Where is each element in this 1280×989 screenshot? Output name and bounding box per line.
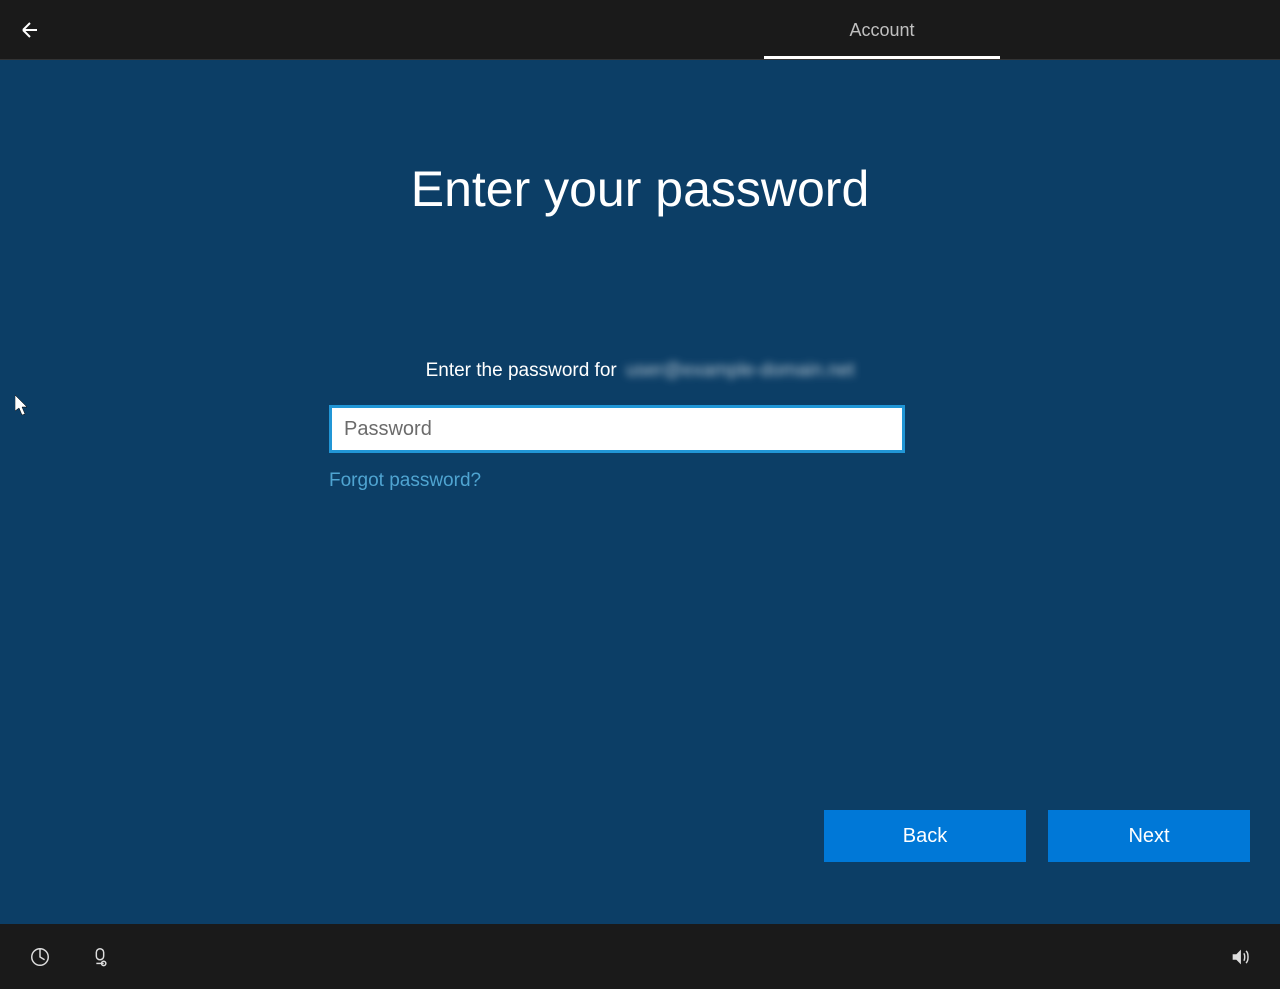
- header-bar: Account: [0, 0, 1280, 60]
- next-action-button[interactable]: Next: [1048, 810, 1250, 862]
- tab-account[interactable]: Account: [764, 0, 1000, 60]
- taskbar: [0, 924, 1280, 989]
- tab-label: Account: [849, 20, 914, 41]
- password-input-wrap: [329, 405, 905, 453]
- tab-underline: [764, 56, 1000, 59]
- button-row: Back Next: [824, 810, 1250, 862]
- back-button[interactable]: [0, 0, 60, 60]
- prompt-text: Enter the password for user@example-doma…: [0, 360, 1280, 382]
- page-title: Enter your password: [0, 160, 1280, 218]
- back-arrow-icon: [18, 18, 42, 42]
- forgot-password-link[interactable]: Forgot password?: [329, 470, 481, 492]
- accessibility-icon[interactable]: [80, 937, 120, 977]
- ease-of-access-icon[interactable]: [20, 937, 60, 977]
- account-email-blurred: user@example-domain.net: [622, 360, 854, 382]
- volume-icon[interactable]: [1220, 937, 1260, 977]
- password-input[interactable]: [329, 405, 905, 453]
- back-action-button[interactable]: Back: [824, 810, 1026, 862]
- content-pane: Enter your password Enter the password f…: [0, 60, 1280, 886]
- prompt-label: Enter the password for: [426, 360, 617, 381]
